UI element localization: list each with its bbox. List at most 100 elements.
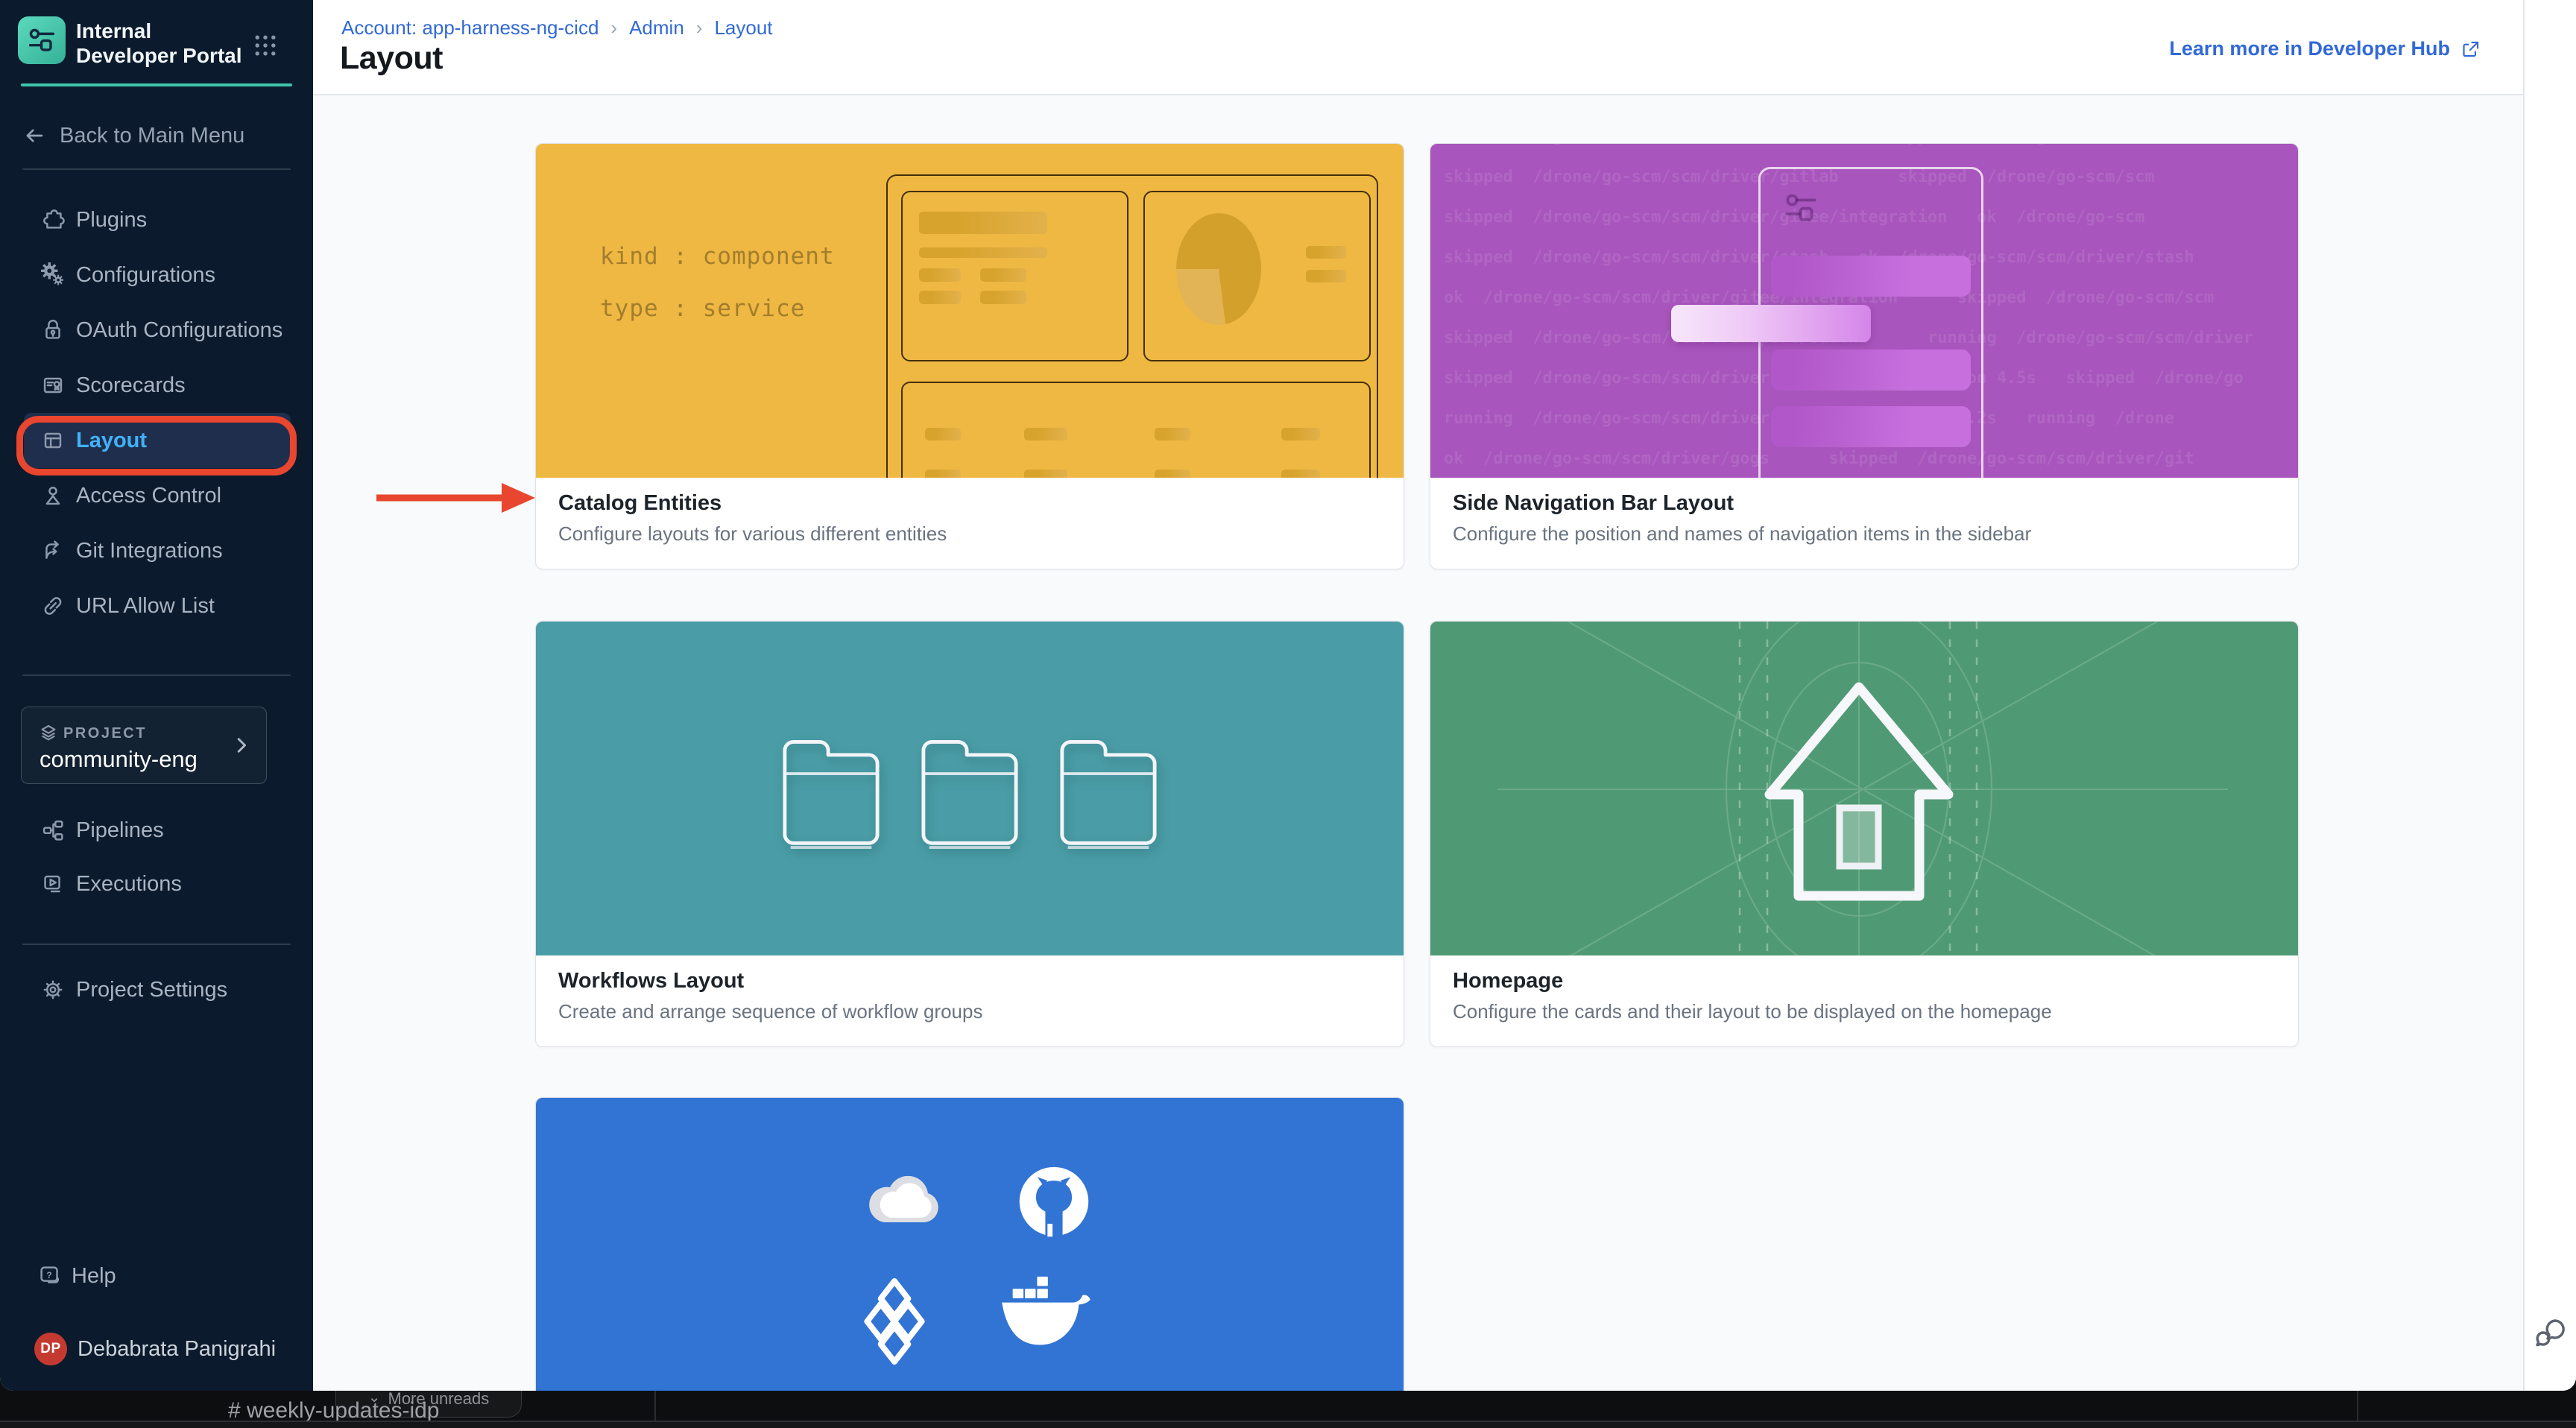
sidebar-item-executions[interactable]: Executions <box>0 857 313 911</box>
sidebar-item-layout[interactable]: Layout <box>24 413 291 468</box>
sidebar-item-label: Executions <box>76 872 182 897</box>
docker-icon <box>997 1275 1093 1354</box>
chevron-separator-icon: › <box>696 16 703 40</box>
pipelines-icon <box>39 816 67 844</box>
sidebar-item-label: Project Settings <box>76 978 227 1002</box>
sidebar-item-git-integrations[interactable]: Git Integrations <box>0 523 313 578</box>
project-selector[interactable]: PROJECT community-eng <box>21 707 267 784</box>
sidebar-item-access-control[interactable]: Access Control <box>0 468 313 523</box>
app-grid-icon[interactable] <box>252 32 279 63</box>
card-title: Workflows Layout <box>558 969 744 993</box>
card-catalog-entities[interactable]: kind : component type : service <box>535 143 1404 569</box>
chat-bubbles-icon[interactable] <box>2532 1313 2571 1356</box>
sliders-logo-sketch-icon <box>1780 187 1822 229</box>
learn-more-link[interactable]: Learn more in Developer Hub <box>2169 37 2481 60</box>
gears-icon <box>39 261 67 289</box>
layers-icon <box>40 724 57 745</box>
sidebar-accent-rule <box>21 83 292 86</box>
card-side-navigation-bar-layout[interactable]: ok /drone/go-scm/scm/driver/bitbucket sk… <box>1430 143 2299 569</box>
git-branch-icon <box>39 537 67 565</box>
page-title: Layout <box>340 40 443 77</box>
sidebar-item-label: Layout <box>76 429 147 453</box>
card-title: Side Navigation Bar Layout <box>1453 491 1734 516</box>
scorecard-icon <box>39 371 67 399</box>
folder-icon <box>1045 727 1172 850</box>
nav-item-bar <box>1771 350 1971 391</box>
breadcrumb-admin[interactable]: Admin <box>629 16 684 40</box>
user-menu[interactable]: DP Debabrata Panigrahi <box>0 1328 313 1370</box>
sidebar-item-oauth-configurations[interactable]: OAuth Configurations <box>0 303 313 358</box>
blueprint-guides <box>1497 622 2228 955</box>
app-logo[interactable] <box>18 16 66 64</box>
card-description: Create and arrange sequence of workflow … <box>558 1000 982 1023</box>
arrow-left-icon <box>21 122 48 149</box>
pie-chart-sketch <box>1176 213 1261 325</box>
learn-more-label: Learn more in Developer Hub <box>2169 37 2450 60</box>
folder-icon <box>768 727 894 850</box>
back-to-main-menu[interactable]: Back to Main Menu <box>21 116 289 155</box>
nav-item-bar-dragged <box>1671 305 1871 342</box>
sidebar-item-project-settings[interactable]: Project Settings <box>0 963 313 1017</box>
catalog-entities-illustration: kind : component type : service <box>536 144 1404 478</box>
card-description: Configure the position and names of navi… <box>1453 522 2031 546</box>
avatar: DP <box>34 1333 67 1365</box>
sidebar-nav: Plugins <box>0 192 313 634</box>
sidebar-nav-settings: Project Settings <box>0 963 313 1017</box>
sidebar-divider <box>22 674 291 676</box>
card-description: Configure layouts for various different … <box>558 522 947 546</box>
sidebar-item-help[interactable]: ? Help <box>0 1252 313 1300</box>
folder-icon <box>906 727 1033 850</box>
sidebar-item-scorecards[interactable]: Scorecards <box>0 358 313 413</box>
app-window: Internal Developer Portal Back to Main M… <box>0 0 2576 1391</box>
person-icon <box>39 481 67 510</box>
executions-icon <box>39 870 67 898</box>
breadcrumb-account[interactable]: Account: app-harness-ng-cicd <box>341 16 599 40</box>
sliders-logo-icon <box>25 23 59 57</box>
background-divider <box>2357 1391 2358 1421</box>
app-title: Internal Developer Portal <box>76 19 244 68</box>
sidebar-item-label: Plugins <box>76 208 147 233</box>
homepage-illustration <box>1430 622 2298 955</box>
sidebar-item-configurations[interactable]: Configurations <box>0 247 313 303</box>
gear-icon <box>39 976 67 1004</box>
card-title: Homepage <box>1453 969 1563 993</box>
page-header: Account: app-harness-ng-cicd › Admin › L… <box>313 0 2523 95</box>
side-nav-illustration: ok /drone/go-scm/scm/driver/bitbucket sk… <box>1430 144 2298 478</box>
sidebar-item-plugins[interactable]: Plugins <box>0 192 313 247</box>
card-workflows-layout[interactable]: Workflows Layout Create and arrange sequ… <box>535 621 1404 1047</box>
layout-icon <box>39 426 67 455</box>
chevron-separator-icon: › <box>610 16 617 40</box>
google-cloud-icon <box>858 1163 947 1232</box>
sidebar: Internal Developer Portal Back to Main M… <box>0 0 313 1391</box>
card-homepage[interactable]: Homepage Configure the cards and their l… <box>1430 621 2299 1047</box>
sidebar-item-label: OAuth Configurations <box>76 318 282 343</box>
sidebar-item-pipelines[interactable]: Pipelines <box>0 803 313 857</box>
project-label: PROJECT <box>63 725 147 742</box>
back-label: Back to Main Menu <box>60 124 244 148</box>
catalog-code-snippet: kind : component type : service <box>600 230 835 335</box>
background-bottom-bar <box>0 1422 2576 1428</box>
sidebar-divider <box>22 944 291 945</box>
breadcrumb: Account: app-harness-ng-cicd › Admin › L… <box>341 16 773 40</box>
sidebar-item-label: URL Allow List <box>76 594 215 619</box>
user-name: Debabrata Panigrahi <box>78 1337 276 1362</box>
sidebar-item-label: Configurations <box>76 263 215 288</box>
integrations-illustration <box>536 1098 1404 1391</box>
background-channel-label: # weekly-updates-idp <box>228 1398 440 1424</box>
breadcrumb-layout[interactable]: Layout <box>714 16 772 40</box>
sidebar-item-label: Access Control <box>76 484 221 508</box>
layout-cards-area: kind : component type : service <box>313 95 2523 1391</box>
screen: ⌄ More unreads # weekly-updates-idp Inte… <box>0 0 2576 1428</box>
workflows-illustration <box>536 622 1404 955</box>
help-chat-icon: ? <box>36 1262 64 1290</box>
external-link-icon <box>2460 39 2481 60</box>
puzzle-icon <box>39 206 67 234</box>
sidebar-item-label: Scorecards <box>76 373 186 398</box>
nav-item-bar <box>1771 406 1971 447</box>
lock-icon <box>39 316 67 344</box>
card-integrations[interactable] <box>535 1097 1404 1391</box>
project-name: community-eng <box>40 746 198 773</box>
sidebar-item-url-allow-list[interactable]: URL Allow List <box>0 578 313 634</box>
github-icon <box>1014 1163 1093 1242</box>
background-divider <box>654 1391 656 1421</box>
